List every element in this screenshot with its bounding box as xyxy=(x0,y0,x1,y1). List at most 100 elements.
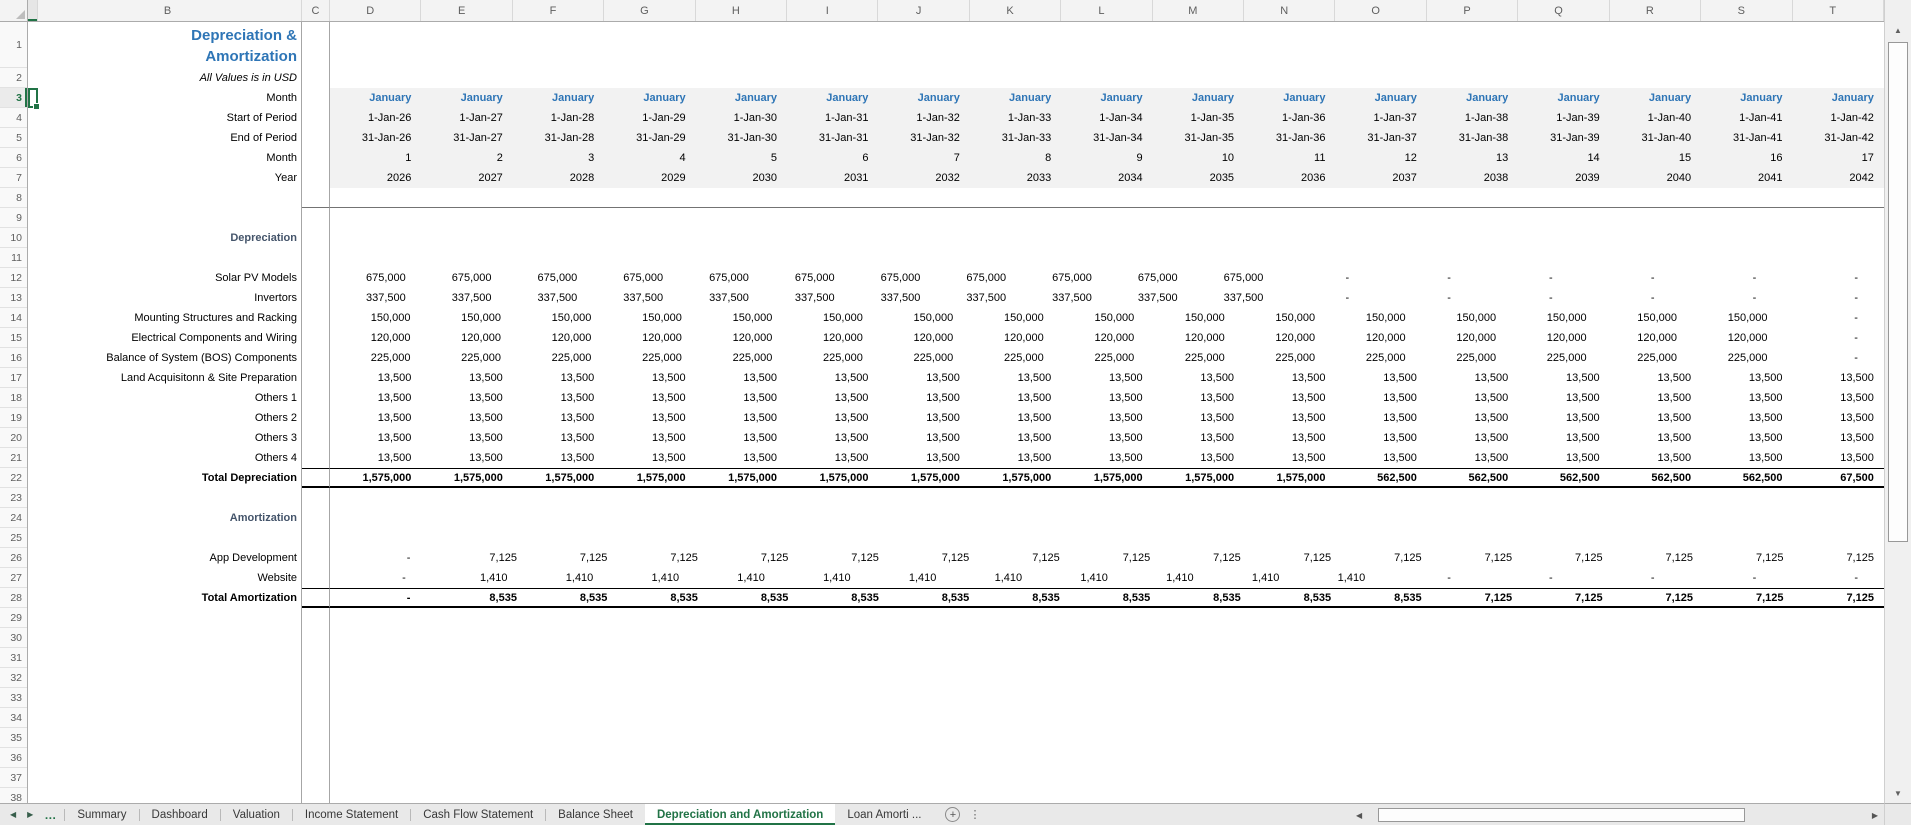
row-header-24[interactable]: 24 xyxy=(0,508,27,528)
cell[interactable] xyxy=(878,768,969,788)
cell[interactable] xyxy=(1427,228,1518,248)
cell[interactable]: 337,500 xyxy=(845,288,931,308)
tab-depreciation-and-amortization[interactable]: Depreciation and Amortization xyxy=(644,804,836,825)
cell[interactable] xyxy=(1061,488,1152,508)
cell[interactable]: 150,000 xyxy=(1144,308,1234,328)
row-header-21[interactable]: 21 xyxy=(0,448,27,468)
cell[interactable] xyxy=(1153,768,1244,788)
cell[interactable] xyxy=(1610,628,1701,648)
cell[interactable]: 2031 xyxy=(787,168,879,188)
cell[interactable]: 13,500 xyxy=(787,428,878,448)
cell[interactable] xyxy=(1427,768,1518,788)
cell[interactable]: 13,500 xyxy=(330,408,421,428)
cell[interactable] xyxy=(787,248,878,268)
next-sheet-icon[interactable]: ▶ xyxy=(27,810,33,819)
cell[interactable] xyxy=(28,708,38,728)
cell[interactable] xyxy=(302,728,330,748)
cell[interactable] xyxy=(1335,508,1426,528)
row-label-cell[interactable]: Start of Period xyxy=(38,108,302,128)
cell[interactable] xyxy=(330,488,421,508)
cell[interactable] xyxy=(1427,608,1518,628)
cell[interactable] xyxy=(1701,22,1792,68)
cell[interactable] xyxy=(1427,508,1518,528)
cell[interactable] xyxy=(1518,728,1609,748)
cell[interactable] xyxy=(302,308,330,328)
cell[interactable] xyxy=(604,248,695,268)
cell[interactable] xyxy=(1701,68,1792,88)
row-label-cell[interactable] xyxy=(38,628,302,648)
cell[interactable] xyxy=(1244,68,1335,88)
cell[interactable] xyxy=(1609,188,1702,208)
cell[interactable] xyxy=(1518,768,1609,788)
cell[interactable] xyxy=(604,228,695,248)
cell[interactable] xyxy=(878,208,969,228)
row-label-cell[interactable]: Website xyxy=(38,568,302,588)
cell[interactable]: 1,575,000 xyxy=(421,468,513,488)
cell[interactable] xyxy=(28,668,38,688)
cell[interactable]: 150,000 xyxy=(1597,308,1687,328)
cell[interactable] xyxy=(970,708,1061,728)
cell[interactable] xyxy=(1061,68,1152,88)
cell[interactable]: 1,575,000 xyxy=(878,468,970,488)
cell[interactable]: 7,125 xyxy=(1251,548,1341,568)
row-header-12[interactable]: 12 xyxy=(0,268,27,288)
cell[interactable] xyxy=(970,22,1061,68)
cell[interactable]: 13,500 xyxy=(604,428,695,448)
cell[interactable] xyxy=(330,648,421,668)
cell[interactable]: 13,500 xyxy=(696,428,787,448)
cell[interactable]: 13,500 xyxy=(1244,428,1335,448)
cell[interactable] xyxy=(28,108,38,128)
cell[interactable] xyxy=(787,488,878,508)
cell[interactable]: 1-Jan-28 xyxy=(512,108,605,128)
cell[interactable]: 13,500 xyxy=(1061,388,1152,408)
cell[interactable] xyxy=(1610,208,1701,228)
row-label-cell[interactable]: Others 2 xyxy=(38,408,302,428)
cell[interactable]: 675,000 xyxy=(845,268,931,288)
cell[interactable]: 13,500 xyxy=(604,408,695,428)
cell[interactable]: January xyxy=(878,88,970,108)
cell[interactable]: 6 xyxy=(787,148,879,168)
cell[interactable] xyxy=(1244,228,1335,248)
cell[interactable]: 2030 xyxy=(695,168,788,188)
row-label-cell[interactable] xyxy=(38,528,302,548)
cell[interactable]: 1 xyxy=(330,148,422,168)
cell[interactable] xyxy=(969,188,1062,208)
row-label-cell[interactable] xyxy=(38,768,302,788)
cell[interactable] xyxy=(1244,248,1335,268)
cell[interactable] xyxy=(1518,668,1609,688)
cell[interactable]: 13,500 xyxy=(1701,428,1792,448)
cell[interactable]: 120,000 xyxy=(420,328,510,348)
cell[interactable]: - xyxy=(330,548,436,568)
cell[interactable] xyxy=(1518,608,1609,628)
cell[interactable]: 13,500 xyxy=(1701,408,1792,428)
cell[interactable] xyxy=(1153,22,1244,68)
cell[interactable]: 1,410 xyxy=(603,568,689,588)
cell[interactable]: 150,000 xyxy=(1235,308,1325,328)
cell[interactable]: 13,500 xyxy=(1153,368,1244,388)
cell[interactable] xyxy=(421,708,512,728)
cell[interactable] xyxy=(1335,708,1426,728)
cell[interactable] xyxy=(1793,748,1884,768)
cell[interactable] xyxy=(1701,608,1792,628)
cell[interactable] xyxy=(1518,788,1609,803)
cell[interactable]: 2028 xyxy=(512,168,605,188)
cell[interactable]: - xyxy=(330,568,432,588)
cell[interactable] xyxy=(421,788,512,803)
column-header-S[interactable]: S xyxy=(1701,0,1793,21)
cell[interactable] xyxy=(604,728,695,748)
cell[interactable] xyxy=(878,648,969,668)
cell[interactable] xyxy=(787,508,878,528)
cell[interactable] xyxy=(787,788,878,803)
cell[interactable] xyxy=(1061,708,1152,728)
cell[interactable] xyxy=(604,628,695,648)
cell[interactable] xyxy=(513,668,604,688)
cell[interactable] xyxy=(1152,188,1245,208)
cell[interactable]: 2036 xyxy=(1244,168,1336,188)
cell[interactable] xyxy=(1610,708,1701,728)
cell[interactable] xyxy=(1335,188,1427,208)
cell[interactable] xyxy=(1610,248,1701,268)
row-label-cell[interactable] xyxy=(38,688,302,708)
cell[interactable]: 13,500 xyxy=(1244,368,1335,388)
cell[interactable] xyxy=(330,188,422,208)
column-header-E[interactable]: E xyxy=(421,0,513,21)
